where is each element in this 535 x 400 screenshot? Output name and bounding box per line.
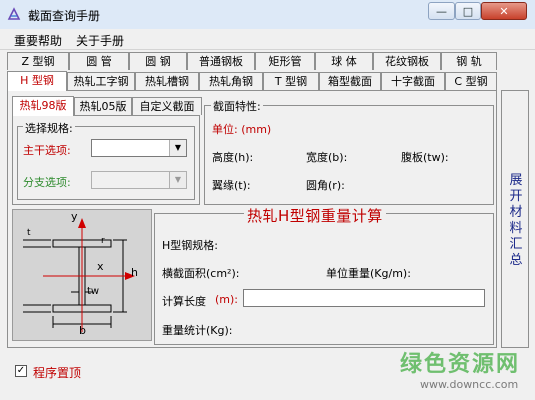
web-label: 腹板(tw):: [401, 151, 449, 164]
calc-total-label: 重量统计(Kg):: [162, 324, 233, 337]
calc-unit-weight-label: 单位重量(Kg/m):: [326, 267, 411, 280]
dim-t-label: t: [27, 228, 31, 238]
tab-channel[interactable]: 热轧槽钢: [135, 72, 199, 90]
pin-checkbox[interactable]: ✓: [15, 365, 27, 377]
tab-cross-section[interactable]: 十字截面: [381, 72, 445, 90]
menu-important-help[interactable]: 重要帮助: [14, 32, 62, 49]
axis-x-label: x: [97, 260, 104, 273]
tab-h-steel[interactable]: H 型钢: [7, 71, 67, 91]
tab-box-section[interactable]: 箱型截面: [319, 72, 381, 90]
subtab-custom[interactable]: 自定义截面: [132, 97, 202, 115]
watermark-title: 绿色资源网: [400, 352, 521, 377]
tab-rail[interactable]: 钢 轨: [441, 52, 497, 70]
spec-subpanel: 选择规格: 主干选项: ▼ 分支选项: ▼: [12, 115, 200, 205]
tab-round-pipe[interactable]: 圆 管: [69, 52, 129, 70]
calc-spec-label: H型钢规格:: [162, 239, 218, 252]
tab-z-steel[interactable]: Z 型钢: [7, 52, 69, 70]
subtab-05[interactable]: 热轧05版: [74, 97, 132, 115]
spec-group-title: 选择规格:: [23, 120, 75, 136]
diagram-lines: [23, 239, 127, 328]
tab-round-bar[interactable]: 圆 钢: [129, 52, 187, 70]
menu-about[interactable]: 关于手册: [76, 32, 124, 49]
dim-h-label: h: [131, 266, 138, 279]
h-steel-panel: 热轧98版 热轧05版 自定义截面 选择规格: 主干选项: ▼ 分支选项: ▼ …: [7, 90, 497, 348]
window-title: 截面查询手册: [28, 9, 101, 23]
material-summary-button[interactable]: 展开材料汇总: [501, 90, 529, 348]
branch-option-label: 分支选项:: [23, 176, 71, 189]
tab-c-steel[interactable]: C 型钢: [445, 72, 497, 90]
h-section-diagram: y x h b tw t r: [12, 209, 152, 341]
tab-plate[interactable]: 普通钢板: [187, 52, 255, 70]
properties-title: 截面特性:: [211, 98, 263, 114]
tab-i-beam[interactable]: 热轧工字钢: [67, 72, 135, 90]
app-icon: [7, 7, 21, 20]
branch-option-select[interactable]: ▼: [91, 171, 187, 189]
tab-sphere[interactable]: 球 体: [315, 52, 373, 70]
tab-checker-plate[interactable]: 花纹钢板: [373, 52, 441, 70]
unit-label: 单位: (mm): [212, 123, 272, 136]
dim-b-label: b: [79, 324, 86, 337]
main-option-select[interactable]: ▼: [91, 139, 187, 157]
axis-y-label: y: [71, 210, 78, 223]
tab-t-steel[interactable]: T 型钢: [263, 72, 319, 90]
subtab-98[interactable]: 热轧98版: [12, 96, 74, 116]
calc-title: 热轧H型钢重量计算: [244, 205, 386, 226]
calc-length-label: 计算长度: [162, 295, 206, 308]
flange-label: 翼缘(t):: [212, 179, 251, 192]
pin-label: 程序置顶: [33, 366, 82, 380]
dropdown-arrow-icon[interactable]: ▼: [169, 140, 186, 156]
menu-bar: 重要帮助 关于手册: [0, 29, 535, 50]
checkmark-icon: ✓: [16, 365, 26, 376]
width-label: 宽度(b):: [306, 151, 348, 164]
height-label: 高度(h):: [212, 151, 254, 164]
dropdown-arrow-icon[interactable]: ▼: [169, 172, 186, 188]
dim-tw-label: tw: [87, 286, 100, 297]
maximize-button[interactable]: □: [455, 2, 481, 20]
watermark-url: www.downcc.com: [420, 378, 519, 391]
tab-angle[interactable]: 热轧角钢: [199, 72, 263, 90]
close-button[interactable]: ✕: [481, 2, 527, 20]
length-input[interactable]: [243, 289, 485, 307]
minimize-button[interactable]: —: [428, 2, 455, 20]
dim-r-label: r: [101, 236, 105, 246]
calc-area-label: 横截面积(cm²):: [162, 267, 240, 280]
radius-label: 圆角(r):: [306, 179, 345, 192]
main-option-label: 主干选项:: [23, 144, 71, 157]
tab-rect-pipe[interactable]: 矩形管: [255, 52, 315, 70]
title-bar: 截面查询手册 — □ ✕: [0, 0, 535, 30]
client-area: Z 型钢 圆 管 圆 钢 普通钢板 矩形管 球 体 花纹钢板 钢 轨 H 型钢 …: [0, 50, 535, 400]
calc-length-unit: (m):: [215, 293, 239, 306]
material-summary-label: 展开材料汇总: [509, 173, 523, 268]
